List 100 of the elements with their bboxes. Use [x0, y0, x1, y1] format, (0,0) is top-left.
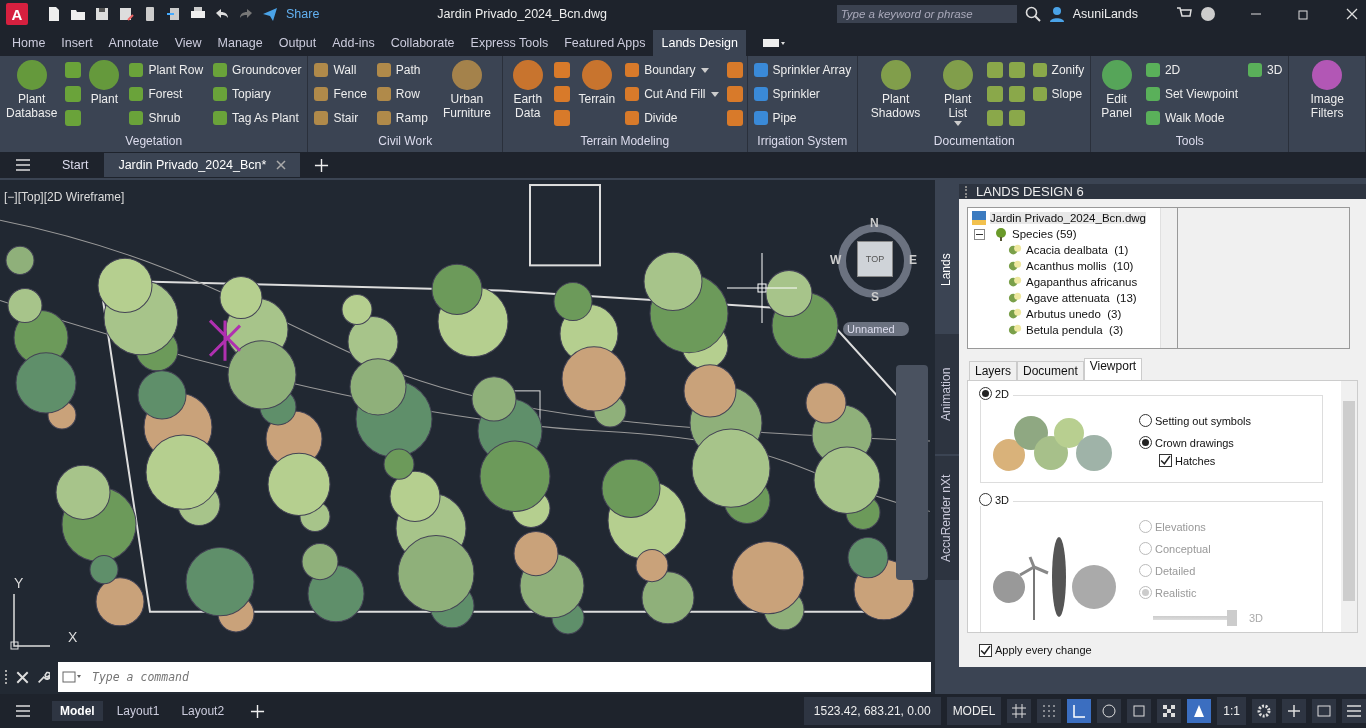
model-space-button[interactable]: MODEL	[946, 697, 1002, 725]
checker-icon[interactable]	[1157, 699, 1182, 723]
tool-icon[interactable]	[65, 110, 82, 126]
tool-icon[interactable]	[986, 110, 1003, 126]
tool-icon[interactable]	[726, 62, 743, 78]
ribbon-tab[interactable]: Express Tools	[462, 30, 557, 56]
collapse-toggle[interactable]	[974, 228, 985, 240]
annotation-icon[interactable]	[1187, 699, 1212, 723]
new-file-icon[interactable]	[46, 6, 62, 22]
ribbon-button[interactable]: Plant Shadows	[862, 60, 929, 121]
tool-icon[interactable]	[986, 62, 1003, 78]
ribbon-button[interactable]: Set Viewpoint	[1143, 84, 1241, 104]
ribbon-button[interactable]: Topiary	[211, 84, 304, 104]
grip-icon[interactable]	[965, 185, 970, 198]
tree-item[interactable]: Arbutus unedo (3)	[1026, 308, 1122, 320]
ribbon-button[interactable]: Terrain	[576, 60, 618, 107]
ribbon-button[interactable]: Plant Database	[4, 60, 60, 121]
ribbon-tab[interactable]: Add-ins	[324, 30, 383, 56]
ribbon-button[interactable]: Stair	[312, 108, 369, 128]
ribbon-button[interactable]: Cut And Fill	[623, 84, 721, 104]
checkbox-label[interactable]: Hatches	[1175, 454, 1216, 467]
panel-tab[interactable]: Viewport	[1083, 358, 1143, 380]
ribbon-button[interactable]: Groundcover	[211, 60, 304, 80]
side-tab[interactable]: Animation	[935, 334, 959, 454]
ribbon-button[interactable]: Sprinkler Array	[751, 60, 854, 80]
tool-icon[interactable]	[726, 110, 743, 126]
scrollbar[interactable]	[1341, 381, 1357, 632]
coordinates-readout[interactable]: 1523.42, 683.21, 0.00	[803, 697, 941, 725]
ribbon-button[interactable]: Ramp	[374, 108, 430, 128]
save-as-icon[interactable]	[118, 6, 134, 22]
radio-label[interactable]: Crown drawings	[1155, 436, 1234, 449]
side-tab[interactable]: AccuRender nXt	[935, 456, 959, 580]
ribbon-tab[interactable]: Output	[270, 30, 325, 56]
ribbon-button[interactable]: 2D	[1143, 60, 1241, 80]
plus-icon[interactable]	[314, 157, 330, 173]
panel-tab[interactable]: Layers	[969, 361, 1018, 380]
command-field[interactable]: Type a command	[86, 662, 931, 692]
tree-item[interactable]: Agave attenuata (13)	[1026, 292, 1137, 304]
tree-item[interactable]: Species (59)	[1012, 228, 1077, 240]
slider-thumb[interactable]	[1227, 610, 1237, 626]
import-icon[interactable]	[166, 6, 182, 22]
species-tree[interactable]: Jardin Privado_2024_Bcn.dwg Species (59) Acacia dealbata (1) Acanthus mollis (10) Agapanthus africanus Agave attenuata (13) Arbutus unedo (3) Betula pendula (3)	[968, 208, 1160, 348]
layout-tab[interactable]: Layout1	[108, 701, 168, 721]
radio-button[interactable]	[1139, 414, 1152, 427]
panel-toggle-icon[interactable]	[761, 37, 786, 49]
close-icon[interactable]	[1344, 6, 1360, 22]
app-logo[interactable]: A	[6, 3, 28, 25]
caret-icon[interactable]	[710, 91, 719, 97]
ribbon-button[interactable]: Wall	[312, 60, 369, 80]
plus-icon[interactable]	[1282, 699, 1306, 723]
ribbon-button[interactable]: Tag As Plant	[211, 108, 304, 128]
compass-label[interactable]: E	[909, 253, 917, 267]
share-link[interactable]: Share	[286, 7, 320, 21]
menu-icon[interactable]	[1342, 699, 1366, 723]
tool-icon[interactable]	[65, 86, 82, 102]
radio-button[interactable]	[979, 387, 992, 400]
ribbon-button[interactable]: Boundary	[623, 60, 721, 80]
ribbon-button[interactable]: Path	[374, 60, 430, 80]
tool-icon[interactable]	[554, 110, 571, 126]
view-name-dropdown[interactable]: Unnamed	[843, 322, 909, 336]
ribbon-button[interactable]: Urban Furniture	[435, 60, 499, 121]
radio-label[interactable]: Setting out symbols	[1155, 414, 1251, 427]
ribbon-button[interactable]: Edit Panel	[1095, 60, 1138, 121]
layout-tab[interactable]: Model	[52, 701, 103, 721]
ribbon-tab[interactable]: Insert	[53, 30, 101, 56]
compass-label[interactable]: W	[830, 253, 842, 267]
tree-item[interactable]: Agapanthus africanus	[1026, 276, 1138, 288]
tool-icon[interactable]	[726, 86, 743, 102]
ribbon-tab[interactable]: Lands Design	[653, 30, 746, 56]
tool-icon[interactable]	[986, 86, 1003, 102]
scale-dropdown[interactable]: 1:1	[1217, 697, 1246, 725]
checkbox-label[interactable]: Apply every change	[995, 644, 1092, 656]
layout-tab[interactable]: Layout2	[173, 701, 233, 721]
user-name[interactable]: AsuniLands	[1072, 7, 1138, 21]
file-tab[interactable]: Start	[48, 153, 103, 177]
ribbon-button[interactable]: Earth Data	[507, 60, 549, 121]
tree-item[interactable]: Acanthus mollis (10)	[1026, 260, 1134, 272]
snap-icon[interactable]	[1037, 699, 1062, 723]
tool-icon[interactable]	[1008, 62, 1025, 78]
tool-icon[interactable]	[554, 62, 571, 78]
viewport-label[interactable]: [−][Top][2D Wireframe]	[4, 190, 125, 204]
ribbon-button[interactable]: Row	[374, 84, 430, 104]
radio-button[interactable]	[979, 493, 992, 506]
ribbon-button[interactable]: Plant List	[934, 60, 981, 126]
ribbon-button[interactable]: 3D	[1246, 60, 1285, 80]
polar-icon[interactable]	[1097, 699, 1122, 723]
object-snap-icon[interactable]	[1127, 699, 1152, 723]
checkbox[interactable]	[979, 643, 992, 657]
ribbon-tab[interactable]: Collaborate	[382, 30, 463, 56]
search-icon[interactable]	[1024, 6, 1041, 22]
ribbon-button[interactable]: Pipe	[751, 108, 854, 128]
ribbon-button[interactable]: Zonify	[1030, 60, 1087, 80]
save-icon[interactable]	[94, 6, 110, 22]
file-tab[interactable]: Jardin Privado_2024_Bcn*	[104, 153, 301, 177]
radio-button[interactable]	[1139, 436, 1152, 449]
ribbon-button[interactable]: Plant Row	[127, 60, 206, 80]
tool-icon[interactable]	[1008, 110, 1025, 126]
ribbon-button[interactable]: Sprinkler	[751, 84, 854, 104]
ribbon-tab[interactable]: View	[166, 30, 210, 56]
ribbon-button[interactable]: Image Filters	[1293, 60, 1361, 121]
